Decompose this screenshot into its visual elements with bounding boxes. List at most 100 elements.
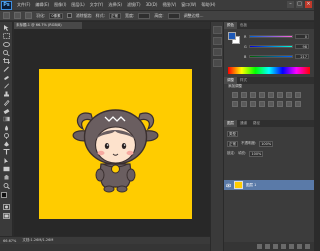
menu-image[interactable]: 图像(I) <box>54 2 66 8</box>
menu-view[interactable]: 视图(V) <box>162 2 176 8</box>
antialias-checkbox[interactable] <box>66 13 72 18</box>
marquee-tool-icon[interactable] <box>2 33 10 40</box>
gradient-tool-icon[interactable] <box>2 116 10 122</box>
add-selection-icon[interactable] <box>25 12 32 19</box>
menu-window[interactable]: 窗口(W) <box>181 2 196 8</box>
healing-brush-tool-icon[interactable] <box>2 75 10 81</box>
refine-edge-button[interactable]: 调整边缘... <box>184 13 204 19</box>
type-tool-icon[interactable] <box>2 149 10 155</box>
black-white-icon[interactable] <box>295 92 301 98</box>
eyedropper-tool-icon[interactable] <box>2 66 10 73</box>
invert-icon[interactable] <box>259 101 265 107</box>
opacity-input[interactable]: 100% <box>259 140 274 147</box>
curves-icon[interactable] <box>250 92 256 98</box>
menu-edit[interactable]: 编辑(E) <box>35 2 49 8</box>
style-select[interactable]: 正常 <box>108 12 121 19</box>
posterize-icon[interactable] <box>268 101 274 107</box>
menu-filter[interactable]: 滤镜(T) <box>127 2 141 8</box>
link-layers-icon[interactable] <box>257 244 262 249</box>
brightness-contrast-icon[interactable] <box>232 92 238 98</box>
layer-row[interactable]: 图层 1 <box>224 180 314 190</box>
layer-kind-filter[interactable]: 类型 <box>227 130 238 137</box>
layer-style-icon[interactable] <box>265 244 270 249</box>
properties-panel-icon[interactable] <box>212 37 222 45</box>
menu-3d[interactable]: 3D(D) <box>146 2 158 8</box>
crop-tool-icon[interactable] <box>2 58 10 65</box>
screen-mode-icon[interactable] <box>2 212 10 219</box>
tab-channels[interactable]: 通道 <box>237 120 250 127</box>
eraser-tool-icon[interactable] <box>2 108 10 114</box>
blur-tool-icon[interactable] <box>2 125 10 131</box>
trash-icon[interactable] <box>305 244 310 249</box>
menu-type[interactable]: 文字(Y) <box>90 2 104 8</box>
pen-tool-icon[interactable] <box>2 141 10 147</box>
menu-file[interactable]: 文件(F) <box>17 2 30 8</box>
document-tab[interactable]: 未标题-1 @ 66.7% (RGB/8) <box>14 22 82 29</box>
new-group-icon[interactable] <box>289 244 294 249</box>
tab-color[interactable]: 颜色 <box>224 22 237 29</box>
adjustment-layer-icon[interactable] <box>281 244 286 249</box>
tab-styles[interactable]: 样式 <box>237 77 250 84</box>
slider-green-track[interactable] <box>249 45 293 48</box>
blend-mode-select[interactable]: 正常 <box>227 140 238 147</box>
slider-red-value[interactable]: 0 <box>295 34 309 39</box>
color-lookup-icon[interactable] <box>250 101 256 107</box>
hand-tool-icon[interactable] <box>2 174 10 180</box>
new-selection-icon[interactable] <box>14 12 21 19</box>
character-panel-icon[interactable] <box>212 48 222 56</box>
levels-icon[interactable] <box>241 92 247 98</box>
height-input[interactable] <box>167 12 180 19</box>
menu-select[interactable]: 选择(S) <box>108 2 122 8</box>
layer-name[interactable]: 图层 1 <box>246 183 256 188</box>
slider-blue-track[interactable] <box>249 55 293 58</box>
move-tool-icon[interactable] <box>2 25 10 31</box>
zoom-level[interactable]: 66.67% <box>3 239 16 243</box>
hue-saturation-icon[interactable] <box>277 92 283 98</box>
zoom-tool-icon[interactable] <box>2 182 10 189</box>
minimize-button[interactable]: – <box>287 1 294 8</box>
brush-tool-icon[interactable] <box>2 83 10 89</box>
exposure-icon[interactable] <box>259 92 265 98</box>
close-button[interactable]: × <box>305 1 312 8</box>
fill-input[interactable]: 100% <box>249 150 264 157</box>
marquee-preset-icon[interactable] <box>3 12 10 19</box>
menu-layer[interactable]: 图层(L) <box>71 2 84 8</box>
clone-stamp-tool-icon[interactable] <box>2 91 10 97</box>
tab-paths[interactable]: 路径 <box>250 120 263 127</box>
photo-filter-icon[interactable] <box>232 101 238 107</box>
canvas[interactable] <box>39 69 192 219</box>
dodge-tool-icon[interactable] <box>2 132 10 139</box>
rectangle-tool-icon[interactable] <box>2 166 10 172</box>
tab-adjustments[interactable]: 调整 <box>224 77 237 84</box>
menu-help[interactable]: 帮助(H) <box>201 2 215 8</box>
tab-swatches[interactable]: 色板 <box>237 22 250 29</box>
panel-foreground-swatch[interactable] <box>228 32 236 40</box>
color-balance-icon[interactable] <box>286 92 292 98</box>
paragraph-panel-icon[interactable] <box>212 59 222 67</box>
vibrance-icon[interactable] <box>268 92 274 98</box>
color-swatches[interactable] <box>1 191 11 202</box>
visibility-eye-icon[interactable] <box>226 183 231 188</box>
maximize-button[interactable]: □ <box>296 1 303 8</box>
feather-input[interactable]: 0像素 <box>49 12 63 19</box>
threshold-icon[interactable] <box>277 101 283 107</box>
history-brush-tool-icon[interactable] <box>2 99 10 106</box>
slider-blue-value[interactable]: 217 <box>295 54 309 59</box>
path-select-tool-icon[interactable] <box>2 157 10 164</box>
quick-select-tool-icon[interactable] <box>2 49 10 56</box>
color-spectrum[interactable] <box>228 67 310 74</box>
foreground-color-swatch[interactable] <box>1 191 7 198</box>
new-layer-icon[interactable] <box>297 244 302 249</box>
add-mask-icon[interactable] <box>273 244 278 249</box>
tab-layers[interactable]: 图层 <box>224 120 237 127</box>
width-input[interactable] <box>138 12 151 19</box>
lasso-tool-icon[interactable] <box>2 41 10 48</box>
slider-green-value[interactable]: 98 <box>295 44 309 49</box>
channel-mixer-icon[interactable] <box>241 101 247 107</box>
slider-red-track[interactable] <box>249 35 293 38</box>
history-panel-icon[interactable] <box>212 26 222 34</box>
document-info[interactable]: 文档:1.26M/1.26M <box>22 238 53 243</box>
quick-mask-icon[interactable] <box>2 204 10 211</box>
gradient-map-icon[interactable] <box>286 101 292 107</box>
selective-color-icon[interactable] <box>295 101 301 107</box>
